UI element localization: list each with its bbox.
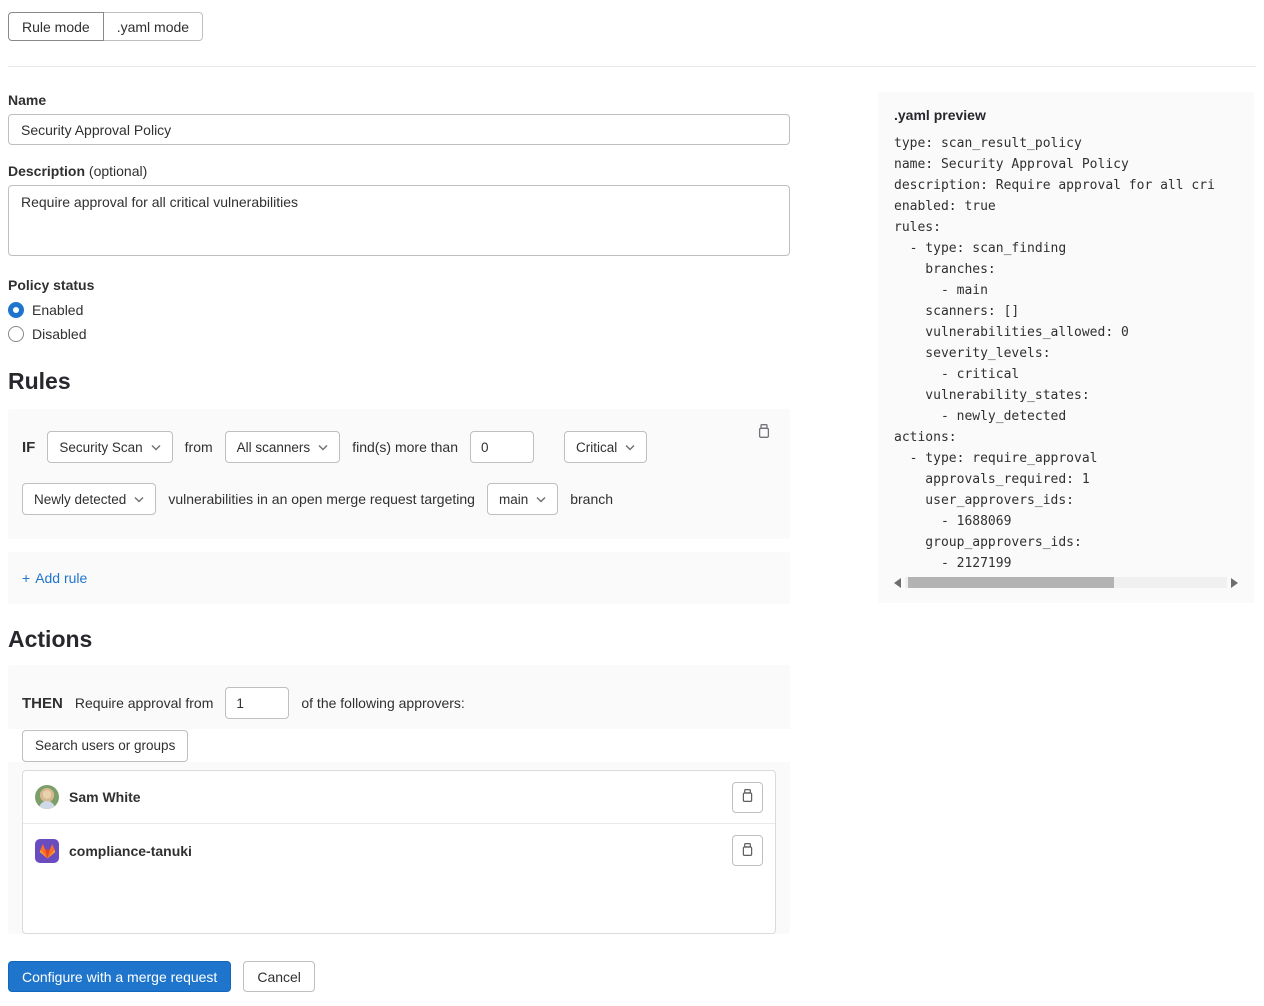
- search-users-groups-input[interactable]: Search users or groups: [22, 730, 188, 762]
- trash-icon: [740, 842, 755, 860]
- policy-form: Name Description (optional) Require appr…: [8, 92, 790, 992]
- group-avatar: [35, 839, 59, 863]
- description-label-text: Description: [8, 163, 85, 179]
- remove-approver-button[interactable]: [732, 835, 763, 866]
- then-row: THEN Require approval from of the follow…: [8, 665, 790, 729]
- severity-value: Critical: [576, 440, 617, 455]
- scroll-right-arrow-icon[interactable]: [1231, 578, 1238, 588]
- if-label: IF: [22, 439, 35, 456]
- actions-heading: Actions: [8, 626, 790, 653]
- chevron-down-icon: [536, 496, 546, 503]
- severity-dropdown[interactable]: Critical: [564, 431, 647, 463]
- cancel-button[interactable]: Cancel: [243, 961, 315, 992]
- add-rule-panel: + Add rule: [8, 552, 790, 604]
- chevron-down-icon: [134, 496, 144, 503]
- branch-value: main: [499, 492, 528, 507]
- then-label: THEN: [22, 695, 63, 712]
- rule-panel: IF Security Scan from All scanners find(…: [8, 409, 790, 539]
- approvers-list: Sam White: [22, 770, 776, 934]
- require-approval-label: Require approval from: [75, 695, 214, 711]
- rule-row-1: IF Security Scan from All scanners find(…: [22, 431, 776, 463]
- status-disabled-label: Disabled: [32, 326, 86, 342]
- scanners-dropdown[interactable]: All scanners: [225, 431, 341, 463]
- approver-row-sam-white: Sam White: [23, 771, 775, 824]
- description-optional-text: (optional): [89, 163, 147, 179]
- branch-label: branch: [570, 491, 613, 507]
- tab-rule-mode[interactable]: Rule mode: [8, 12, 104, 41]
- trash-icon: [756, 427, 772, 442]
- status-enabled-option[interactable]: Enabled: [8, 298, 790, 322]
- name-input[interactable]: [8, 114, 790, 145]
- scrollbar-track[interactable]: [905, 577, 1227, 588]
- approver-search-row: Search users or groups: [8, 729, 790, 762]
- tab-yaml-mode[interactable]: .yaml mode: [103, 12, 203, 41]
- radio-enabled-icon[interactable]: [8, 302, 24, 318]
- branch-dropdown[interactable]: main: [487, 483, 558, 515]
- policy-status-label: Policy status: [8, 277, 790, 293]
- configure-merge-request-button[interactable]: Configure with a merge request: [8, 961, 231, 992]
- rule-row-2: Newly detected vulnerabilities in an ope…: [22, 483, 776, 515]
- yaml-preview-panel: .yaml preview type: scan_result_policy n…: [878, 92, 1254, 603]
- remove-approver-button[interactable]: [732, 782, 763, 813]
- approver-name: Sam White: [69, 789, 141, 805]
- horizontal-scrollbar[interactable]: [894, 576, 1238, 589]
- description-textarea[interactable]: Require approval for all critical vulner…: [8, 185, 790, 256]
- finds-label: find(s) more than: [352, 439, 458, 455]
- chevron-down-icon: [151, 444, 161, 451]
- scan-type-value: Security Scan: [59, 440, 142, 455]
- scroll-left-arrow-icon[interactable]: [894, 578, 901, 588]
- name-label: Name: [8, 92, 790, 108]
- description-label: Description (optional): [8, 163, 790, 179]
- mode-tabs: Rule mode .yaml mode: [8, 12, 203, 41]
- vulnerabilities-count-input[interactable]: [470, 431, 534, 463]
- targeting-label: vulnerabilities in an open merge request…: [168, 491, 475, 507]
- state-value: Newly detected: [34, 492, 126, 507]
- chevron-down-icon: [625, 444, 635, 451]
- status-enabled-label: Enabled: [32, 302, 83, 318]
- yaml-preview-column: .yaml preview type: scan_result_policy n…: [878, 92, 1254, 603]
- status-disabled-option[interactable]: Disabled: [8, 322, 790, 346]
- delete-rule-button[interactable]: [750, 417, 778, 448]
- actions-panel: THEN Require approval from of the follow…: [8, 665, 790, 934]
- approvers-label: of the following approvers:: [301, 695, 464, 711]
- plus-icon: +: [22, 570, 30, 586]
- vulnerability-state-dropdown[interactable]: Newly detected: [22, 483, 156, 515]
- scrollbar-thumb[interactable]: [908, 577, 1114, 588]
- rules-heading: Rules: [8, 368, 790, 395]
- user-avatar: [35, 785, 59, 809]
- add-rule-button[interactable]: + Add rule: [22, 570, 87, 586]
- form-footer: Configure with a merge request Cancel: [8, 961, 790, 992]
- scan-type-dropdown[interactable]: Security Scan: [47, 431, 172, 463]
- approver-row-compliance-tanuki: compliance-tanuki: [23, 824, 775, 877]
- from-label: from: [185, 439, 213, 455]
- yaml-preview-code: type: scan_result_policy name: Security …: [894, 133, 1238, 574]
- chevron-down-icon: [318, 444, 328, 451]
- scanners-value: All scanners: [237, 440, 311, 455]
- radio-disabled-icon[interactable]: [8, 326, 24, 342]
- yaml-preview-title: .yaml preview: [894, 107, 1238, 123]
- approvals-required-input[interactable]: [225, 687, 289, 719]
- add-rule-label: Add rule: [35, 570, 87, 586]
- approver-name: compliance-tanuki: [69, 843, 192, 859]
- trash-icon: [740, 788, 755, 806]
- policy-editor: Name Description (optional) Require appr…: [0, 67, 1264, 992]
